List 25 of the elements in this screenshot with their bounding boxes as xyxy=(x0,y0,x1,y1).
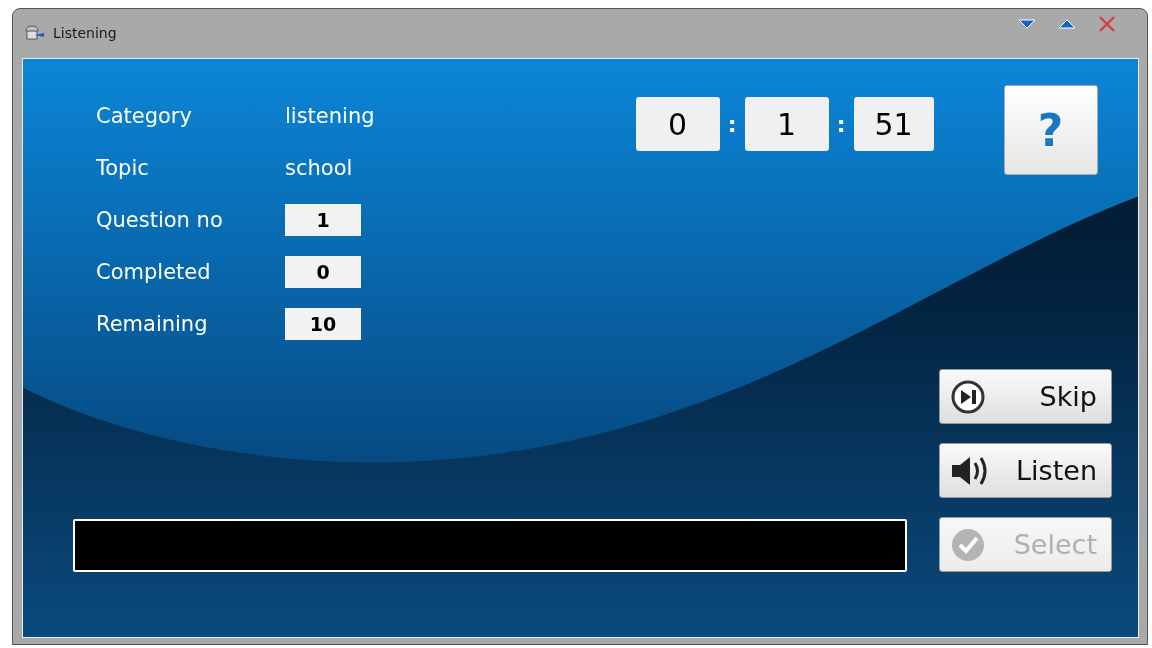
time-separator: : xyxy=(835,111,847,137)
field-value: listening xyxy=(285,104,375,128)
value-box: 1 xyxy=(285,204,361,236)
app-icon xyxy=(25,24,45,41)
field-label: Completed xyxy=(96,260,212,284)
skip-icon xyxy=(950,378,986,415)
minutes-box: 1 xyxy=(744,97,829,151)
field-label: Topic xyxy=(96,156,150,180)
value-box: 10 xyxy=(285,308,361,340)
time-separator: : xyxy=(726,111,738,137)
seconds-box: 51 xyxy=(853,97,934,151)
hours-box: 0 xyxy=(635,97,720,151)
field-label: Category xyxy=(96,104,193,128)
field-label: Question no xyxy=(96,208,224,232)
minimize-icon[interactable] xyxy=(1017,17,1037,30)
value-box: 0 xyxy=(285,256,361,288)
field-label: Remaining xyxy=(96,312,209,336)
answer-field[interactable] xyxy=(73,519,907,572)
field-value: school xyxy=(285,156,353,180)
skip-button[interactable]: Skip xyxy=(939,369,1112,424)
maximize-icon[interactable] xyxy=(1057,17,1077,30)
window-title: Listening xyxy=(53,24,117,41)
help-button[interactable]: ? xyxy=(1003,85,1098,175)
listen-button[interactable]: Listen xyxy=(939,443,1112,498)
check-icon xyxy=(950,526,986,563)
